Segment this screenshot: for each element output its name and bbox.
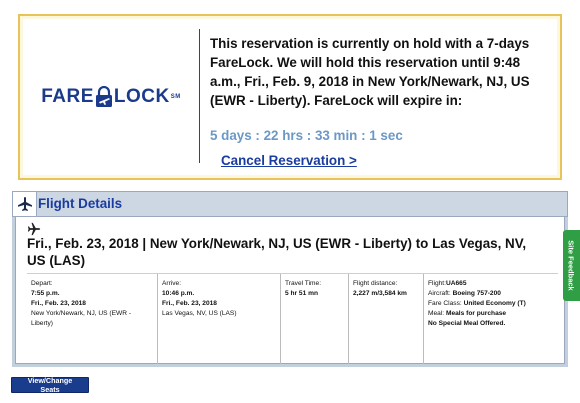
route-heading: Fri., Feb. 23, 2018 | New York/Newark, N… xyxy=(27,236,527,268)
flight-details-inner: Fri., Feb. 23, 2018 | New York/Newark, N… xyxy=(15,217,565,364)
meal-value: Meals for purchase xyxy=(445,310,507,317)
arrive-label: Arrive: xyxy=(162,280,182,287)
hold-divider xyxy=(199,29,200,163)
cancel-reservation-link[interactable]: Cancel Reservation > xyxy=(221,153,357,168)
logo-trademark: SM xyxy=(170,94,181,100)
farelock-countdown: 5 days : 22 hrs : 33 min : 1 sec xyxy=(210,128,403,143)
depart-label: Depart: xyxy=(31,280,53,287)
flight-details-icon-box xyxy=(13,192,37,216)
depart-airport: New York/Newark, NJ, US (EWR - Liberty) xyxy=(31,310,132,327)
site-feedback-label: Site Feedback xyxy=(567,240,577,291)
flight-info-row: Depart: 7:55 p.m. Fri., Feb. 23, 2018 Ne… xyxy=(27,273,558,364)
aircraft-value: Boeing 757-200 xyxy=(452,290,501,297)
site-feedback-tab[interactable]: Site Feedback xyxy=(563,230,580,301)
fare-class-line: Fare Class: United Economy (T) xyxy=(428,299,554,309)
travel-time-cell: Travel Time: 5 hr 51 mn xyxy=(281,274,349,364)
airplane-icon xyxy=(17,197,32,211)
depart-time: 7:55 p.m. xyxy=(31,290,60,297)
aircraft-line: Aircraft: Boeing 757-200 xyxy=(428,289,554,299)
travel-time-value: 5 hr 51 mn xyxy=(285,290,318,297)
travel-time-label: Travel Time: xyxy=(285,280,322,287)
flight-details-title: Flight Details xyxy=(38,196,123,211)
distance-label: Flight distance: xyxy=(353,280,398,287)
distance-cell: Flight distance: 2,227 m/3,584 km xyxy=(349,274,424,364)
arrive-date: Fri., Feb. 23, 2018 xyxy=(162,300,217,307)
logo-fare-text: FARE xyxy=(41,86,94,107)
special-meal-note: No Special Meal Offered. xyxy=(428,320,506,327)
arrive-airport: Las Vegas, NV, US (LAS) xyxy=(162,310,237,317)
distance-value: 2,227 m/3,584 km xyxy=(353,290,407,297)
flight-details-header: Flight Details xyxy=(12,191,568,217)
flight-details-body: Fri., Feb. 23, 2018 | New York/Newark, N… xyxy=(12,217,568,367)
lock-icon xyxy=(95,85,113,108)
view-change-seats-button[interactable]: View/Change Seats xyxy=(11,376,89,394)
hold-message: This reservation is currently on hold wi… xyxy=(210,36,530,108)
airplane-icon xyxy=(27,222,41,236)
meal-label: Meal: xyxy=(428,310,445,317)
meal-line: Meal: Meals for purchase xyxy=(428,309,554,319)
logo-lock-text: LOCK xyxy=(113,86,170,107)
arrive-cell: Arrive: 10:46 p.m. Fri., Feb. 23, 2018 L… xyxy=(158,274,281,364)
depart-cell: Depart: 7:55 p.m. Fri., Feb. 23, 2018 Ne… xyxy=(27,274,158,364)
aircraft-label: Aircraft: xyxy=(428,290,451,297)
flight-number-label: Flight: xyxy=(428,280,446,287)
flight-number-line: Flight:UA665 xyxy=(428,279,554,289)
farelock-logo-text: FARE LOCK SM xyxy=(41,85,181,108)
farelock-logo: FARE LOCK SM xyxy=(23,19,199,175)
fare-class-value: United Economy (T) xyxy=(463,300,526,307)
flight-number-value: UA665 xyxy=(445,280,467,287)
flight-info-cell: Flight:UA665 Aircraft: Boeing 757-200 Fa… xyxy=(424,274,558,364)
hold-panel-inner: FARE LOCK SM This reservation is current… xyxy=(23,19,557,175)
arrive-time: 10:46 p.m. xyxy=(162,290,195,297)
depart-date: Fri., Feb. 23, 2018 xyxy=(31,300,86,307)
fare-class-label: Fare Class: xyxy=(428,300,462,307)
farelock-hold-panel: FARE LOCK SM This reservation is current… xyxy=(18,14,562,180)
